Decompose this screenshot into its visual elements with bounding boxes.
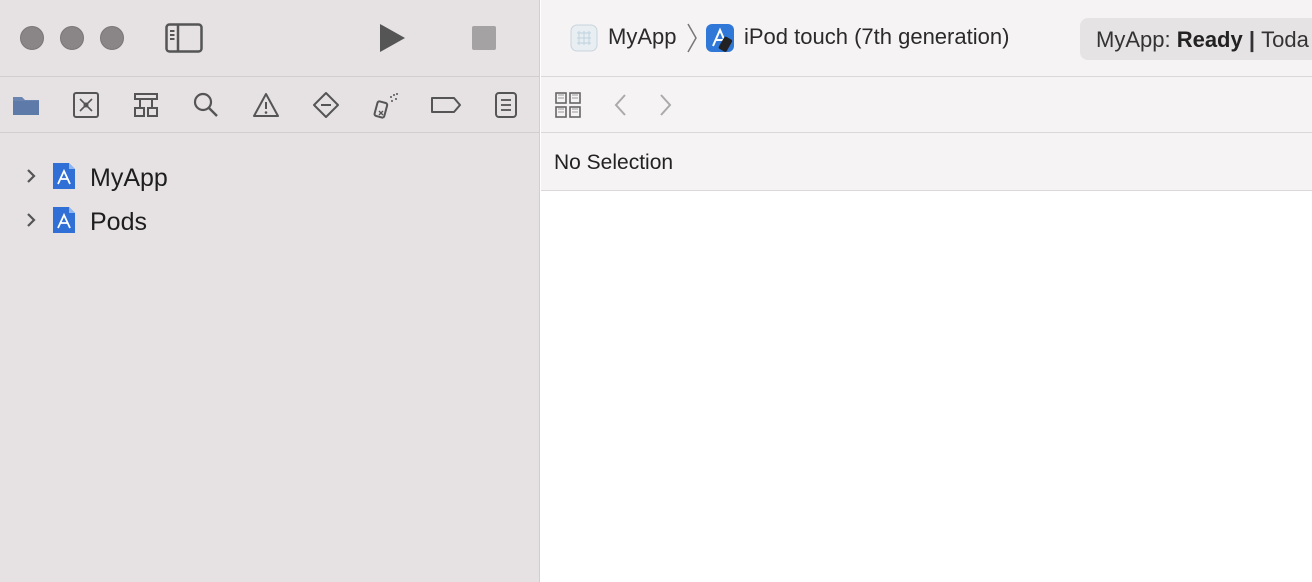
sidebar-toggle-button[interactable] (165, 23, 203, 53)
close-button[interactable] (20, 26, 44, 50)
stop-icon (472, 26, 496, 50)
device-icon[interactable] (705, 23, 735, 53)
scheme-selector[interactable]: MyApp (608, 24, 676, 50)
warning-icon (253, 93, 279, 117)
activity-status: MyApp: Ready | Toda (1080, 18, 1312, 60)
app-target-icon[interactable] (569, 23, 599, 53)
tab-source-control-navigator[interactable] (72, 91, 100, 119)
back-chevron-icon[interactable] (611, 92, 631, 118)
status-prefix: MyApp: (1096, 27, 1177, 52)
jump-bar: No Selection (541, 133, 1312, 191)
source-control-icon (73, 92, 99, 118)
project-icon (53, 163, 75, 189)
tree-row-pods[interactable]: Pods (0, 202, 540, 238)
tab-test-navigator[interactable] (312, 91, 340, 119)
play-icon (380, 24, 405, 52)
tree-row-myapp[interactable]: MyApp (0, 158, 540, 194)
forward-chevron-icon[interactable] (655, 92, 675, 118)
report-list-icon (495, 92, 517, 118)
related-items-grid-icon[interactable] (554, 91, 582, 119)
test-diamond-icon (313, 92, 339, 118)
editor-pane: MyApp iPod touch (7th generation) MyApp:… (541, 0, 1312, 582)
navigator-pane: MyApp Pods (0, 0, 540, 582)
navigator-tab-bar (0, 77, 540, 133)
minimize-button[interactable] (60, 26, 84, 50)
tab-debug-navigator[interactable] (372, 91, 400, 119)
editor-toolbar (541, 77, 1312, 133)
editor-area[interactable] (541, 192, 1312, 582)
breadcrumb-separator-icon (687, 23, 697, 53)
window-toolbar-left (0, 0, 540, 77)
zoom-button[interactable] (100, 26, 124, 50)
tree-row-label: MyApp (90, 164, 168, 192)
sidebar-icon (165, 23, 203, 53)
tab-issue-navigator[interactable] (252, 91, 280, 119)
tab-report-navigator[interactable] (492, 91, 520, 119)
project-icon (53, 207, 75, 233)
search-icon (193, 92, 218, 117)
tab-symbol-navigator[interactable] (132, 91, 160, 119)
run-button[interactable] (376, 22, 408, 54)
chevron-right-icon[interactable] (22, 211, 40, 229)
symbol-hierarchy-icon (134, 93, 158, 117)
tab-project-navigator[interactable] (12, 91, 40, 119)
breakpoint-tag-icon (431, 97, 461, 113)
device-selector[interactable]: iPod touch (7th generation) (744, 24, 1009, 50)
status-state: Ready (1176, 27, 1243, 52)
stop-button[interactable] (471, 25, 497, 51)
tab-breakpoint-navigator[interactable] (430, 91, 462, 119)
chevron-right-icon[interactable] (22, 167, 40, 185)
status-suffix: Toda (1261, 27, 1309, 52)
tree-row-label: Pods (90, 208, 147, 236)
tab-find-navigator[interactable] (192, 91, 220, 119)
window-toolbar-right: MyApp iPod touch (7th generation) MyApp:… (541, 0, 1312, 77)
status-separator: | (1242, 27, 1262, 52)
debug-spray-icon (373, 93, 398, 119)
no-selection-label: No Selection (554, 151, 674, 174)
folder-icon (13, 97, 39, 115)
